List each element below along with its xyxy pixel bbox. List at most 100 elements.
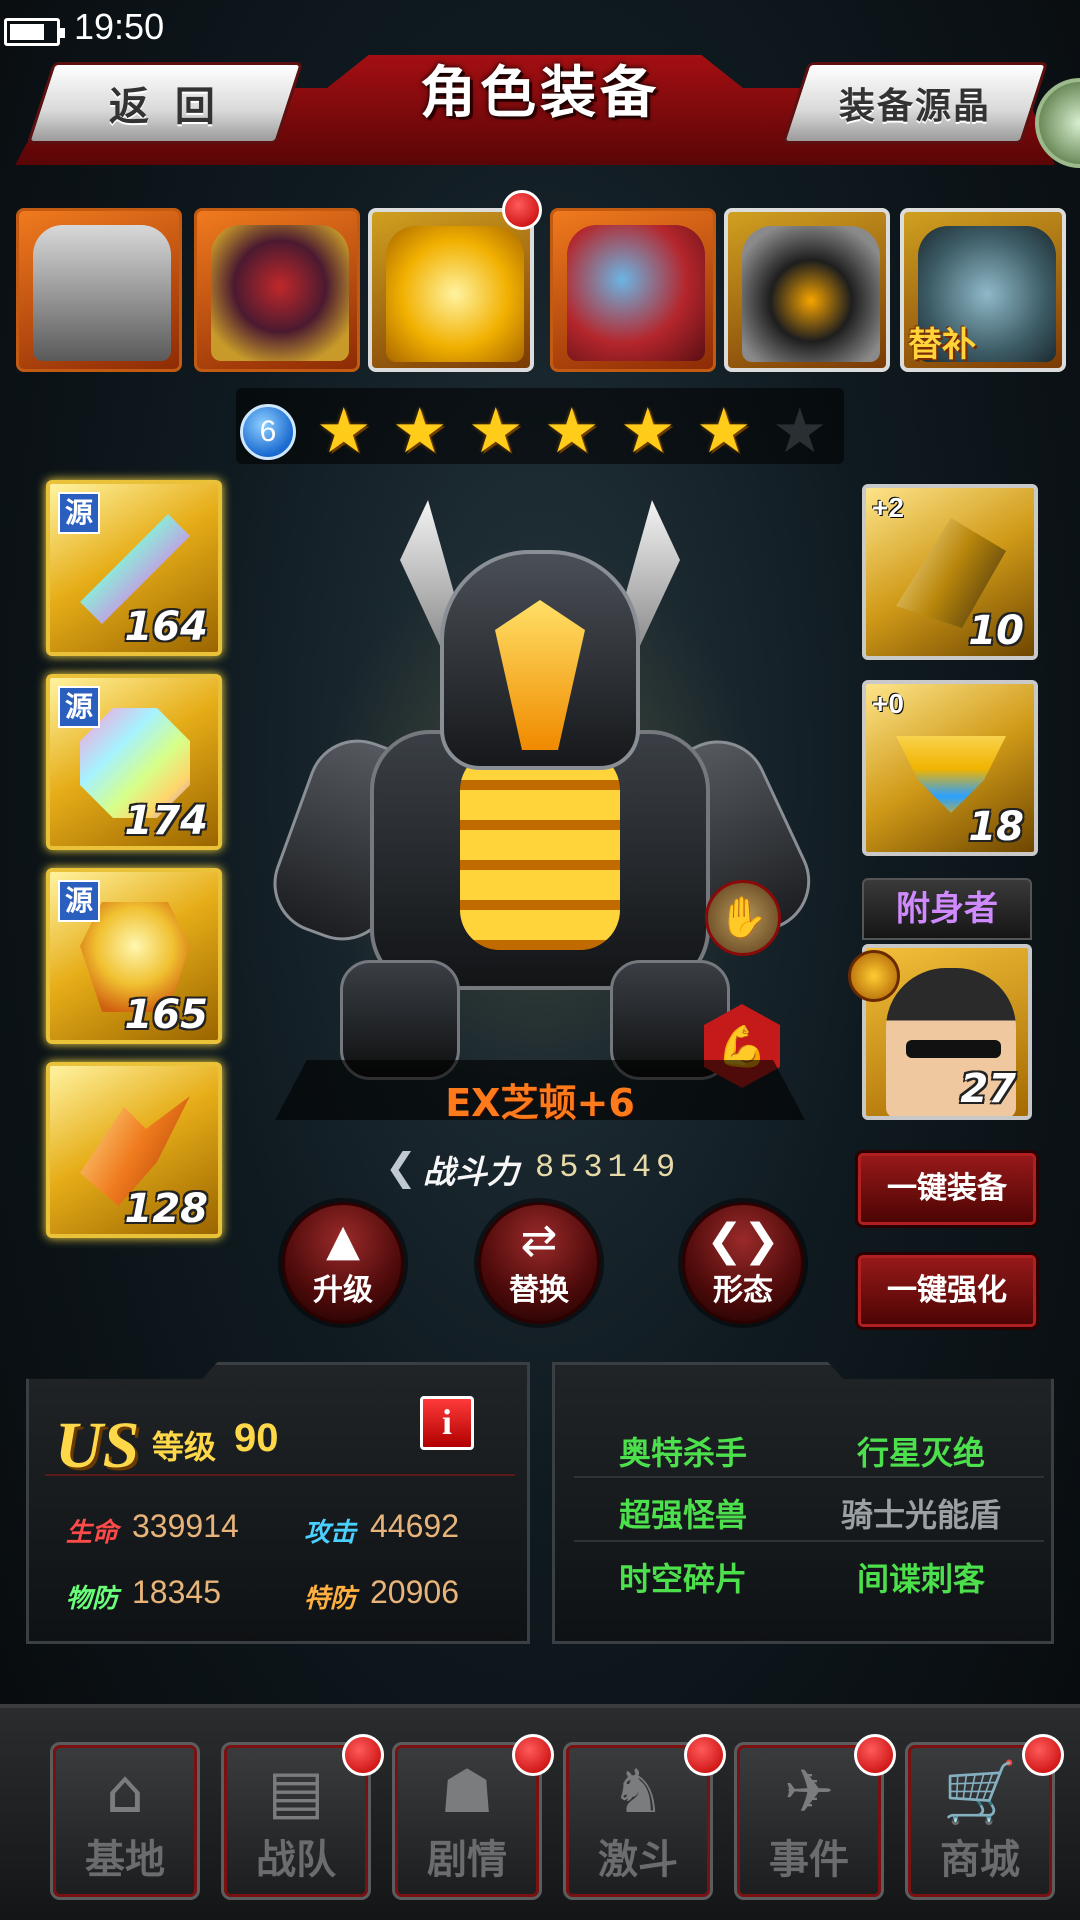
- stats-divider: [45, 1474, 515, 1476]
- equipment-slot-armor[interactable]: 源 165: [46, 868, 222, 1044]
- equipment-slot-shard[interactable]: +2 10: [862, 484, 1038, 660]
- skill-super-monster[interactable]: 超强怪兽: [568, 1490, 798, 1536]
- monster-portrait: [386, 226, 524, 362]
- star-icon: ★: [696, 394, 752, 467]
- enhance-plus: +2: [872, 492, 904, 523]
- star-rank-badge: 6: [240, 404, 296, 460]
- sdef-value: 20906: [370, 1574, 459, 1610]
- up-arrow-icon: ▲: [326, 1215, 360, 1266]
- star-icon: ★: [620, 394, 676, 467]
- substitute-label: 替补: [908, 325, 976, 365]
- sdef-label: 特防: [304, 1584, 357, 1614]
- nav-event-badge: [854, 1734, 896, 1776]
- equip-all-button[interactable]: 一键装备: [855, 1150, 1039, 1228]
- form-button[interactable]: ❮❯ 形态: [682, 1202, 804, 1324]
- nav-label: 战队: [256, 1837, 336, 1883]
- medal-icon: [848, 950, 900, 1002]
- monster-portrait: [33, 225, 171, 361]
- swap-button[interactable]: ⇄ 替换: [478, 1202, 600, 1324]
- skill-knight-shield[interactable]: 骑士光能盾: [806, 1490, 1036, 1536]
- page-title: 角色装备: [420, 61, 660, 126]
- nav-base[interactable]: ⌂ 基地: [50, 1742, 200, 1900]
- roster-card-monster-1[interactable]: [16, 208, 182, 372]
- status-time: 19:50: [74, 6, 165, 47]
- nav-label: 剧情: [427, 1837, 507, 1883]
- possessor-level: 27: [960, 1066, 1016, 1112]
- equipment-level: 174: [124, 798, 209, 844]
- battery-icon: [4, 18, 65, 46]
- power-wing-icon: ❮: [385, 1145, 417, 1189]
- skills-divider: [574, 1476, 1044, 1478]
- upgrade-label: 升级: [313, 1273, 373, 1308]
- skill-spacetime-fragment[interactable]: 时空碎片: [568, 1554, 798, 1600]
- monster-portrait: [211, 225, 349, 361]
- nav-label: 基地: [85, 1837, 165, 1883]
- equipment-level: 18: [968, 804, 1024, 850]
- equipment-slot-collar[interactable]: +0 18: [862, 680, 1038, 856]
- back-button[interactable]: 返 回: [26, 62, 304, 144]
- swap-label: 替换: [509, 1273, 569, 1308]
- swap-arrows-icon: ⇄: [520, 1215, 558, 1266]
- equipment-level: 128: [124, 1186, 209, 1232]
- possessor-header: 附身者: [862, 878, 1032, 940]
- roster-card-monster-6[interactable]: 替补: [900, 208, 1066, 372]
- combat-power: ❮ 战斗力 853149: [385, 1145, 725, 1195]
- monster-name: EX芝顿+6: [445, 1081, 635, 1125]
- upgrade-button[interactable]: ▲ 升级: [282, 1202, 404, 1324]
- skills-divider: [574, 1540, 1044, 1542]
- nav-label: 商城: [940, 1837, 1020, 1883]
- status-bar: 19:50: [0, 0, 1080, 52]
- monster-portrait: [742, 226, 880, 362]
- source-tag: 源: [58, 686, 100, 728]
- equipment-crystal-button[interactable]: 装备源晶: [781, 62, 1049, 144]
- star-icon: ★: [392, 394, 448, 467]
- roster-card-monster-5-selected[interactable]: [724, 208, 890, 372]
- equipment-level: 165: [124, 992, 209, 1038]
- skill-planet-destroy[interactable]: 行星灭绝: [806, 1428, 1036, 1474]
- form-label: 形态: [713, 1273, 773, 1308]
- power-value: 853149: [535, 1149, 681, 1186]
- source-tag: 源: [58, 492, 100, 534]
- source-tag: 源: [58, 880, 100, 922]
- pdef-label: 物防: [66, 1584, 119, 1614]
- hp-value: 339914: [132, 1508, 239, 1544]
- equipment-slot-weapon[interactable]: 源 164: [46, 480, 222, 656]
- rank-grade: US: [55, 1409, 140, 1482]
- level-value: 90: [234, 1416, 279, 1460]
- star-empty-icon: ★: [772, 394, 828, 467]
- base-icon: ⌂: [105, 1757, 145, 1827]
- equipment-slot-claw[interactable]: 128: [46, 1062, 222, 1238]
- equipment-slot-gem[interactable]: 源 174: [46, 674, 222, 850]
- nav-battle-badge: [684, 1734, 726, 1776]
- power-label: 战斗力: [423, 1153, 520, 1191]
- hp-label: 生命: [66, 1518, 119, 1548]
- star-icon: ★: [316, 394, 372, 467]
- equipment-level: 10: [968, 608, 1024, 654]
- roster-card-monster-4[interactable]: [550, 208, 716, 372]
- nav-label: 激斗: [598, 1837, 678, 1883]
- nav-team-badge: [342, 1734, 384, 1776]
- enhance-all-button[interactable]: 一键强化: [855, 1252, 1039, 1330]
- info-button[interactable]: i: [420, 1396, 474, 1450]
- roster-notification-dot: [502, 190, 542, 230]
- atk-value: 44692: [370, 1508, 459, 1544]
- skill-ultra-killer[interactable]: 奥特杀手: [568, 1428, 798, 1474]
- form-brackets-icon: ❮❯: [706, 1215, 780, 1266]
- roster-card-monster-3[interactable]: [368, 208, 534, 372]
- level-label: 等级: [152, 1428, 217, 1466]
- equipment-level: 164: [124, 604, 209, 650]
- equipment-crystal-label: 装备源晶: [838, 86, 991, 127]
- star-icon: ★: [544, 394, 600, 467]
- roster-card-monster-2[interactable]: [194, 208, 360, 372]
- atk-label: 攻击: [304, 1518, 357, 1548]
- monster-portrait: [567, 225, 705, 361]
- monster-figure[interactable]: [259, 490, 827, 1090]
- possessor-label: 附身者: [896, 889, 998, 929]
- sunglasses-icon: [906, 1040, 1001, 1058]
- skill-spy-assassin[interactable]: 间谍刺客: [806, 1554, 1036, 1600]
- back-button-label: 返 回: [109, 84, 221, 130]
- paw-skill-icon[interactable]: ✋: [705, 880, 781, 956]
- pdef-value: 18345: [132, 1574, 221, 1610]
- nav-shop-badge: [1022, 1734, 1064, 1776]
- star-icon: ★: [468, 394, 524, 467]
